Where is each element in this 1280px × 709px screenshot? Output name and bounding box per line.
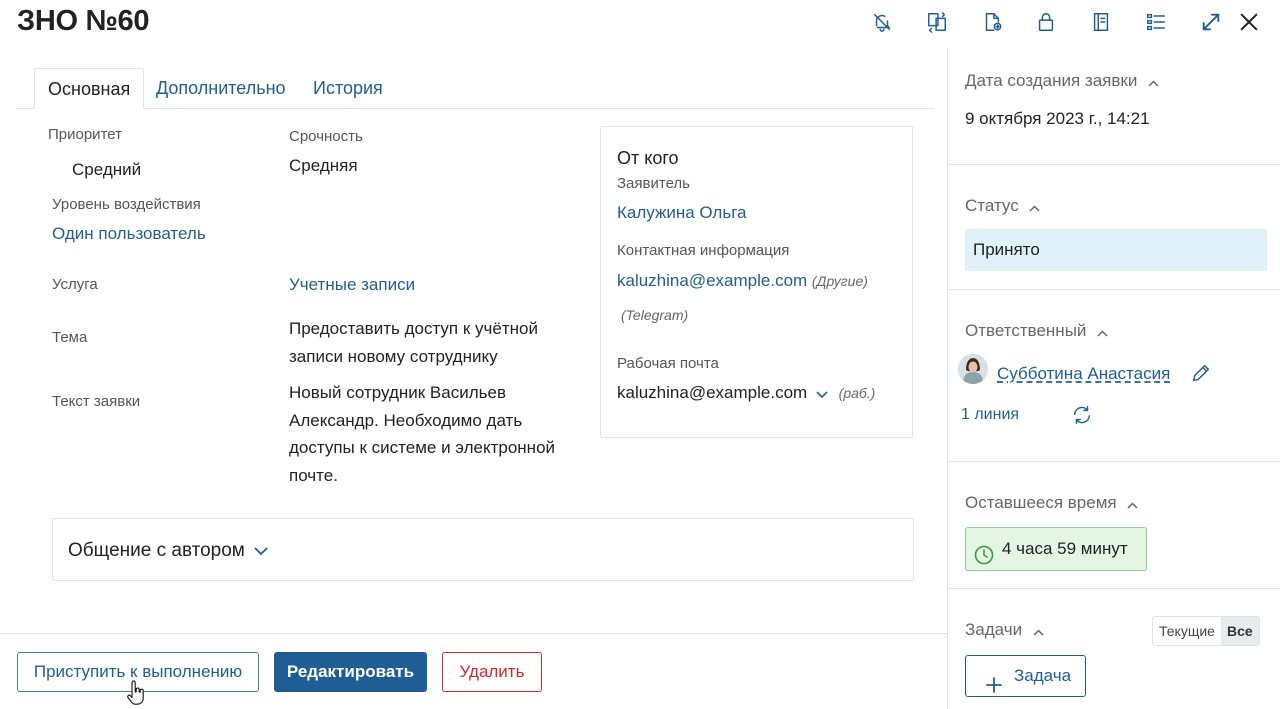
requester-label: Заявитель: [617, 175, 690, 192]
tasks-filter: Текущие Все: [1152, 616, 1260, 646]
support-line-link[interactable]: 1 линия: [961, 406, 1019, 424]
avatar: [958, 354, 988, 384]
communication-section[interactable]: Общение с автором: [52, 518, 914, 581]
lock-icon[interactable]: [1030, 8, 1062, 36]
impact-label: Уровень воздействия: [52, 196, 201, 213]
work-email-value: kaluzhina@example.com: [617, 383, 808, 402]
contact-email-link[interactable]: kaluzhina@example.com: [617, 271, 807, 290]
from-card-title: От кого: [617, 148, 679, 168]
tab-main[interactable]: Основная: [34, 68, 145, 109]
chevron-down-icon: [254, 540, 268, 562]
section-divider: [948, 289, 1280, 290]
tasks-filter-all[interactable]: Все: [1220, 617, 1259, 645]
topic-value: Предоставить доступ к учётной записи нов…: [289, 319, 538, 366]
chevron-up-icon: [1148, 72, 1159, 92]
status-badge: Принято: [965, 229, 1267, 271]
priority-value: Средний: [72, 160, 142, 179]
edit-button[interactable]: Редактировать: [274, 652, 427, 692]
request-text-value: Новый сотрудник Васильев Александр. Необ…: [289, 383, 556, 485]
chevron-up-icon: [1033, 621, 1044, 641]
section-divider: [948, 164, 1280, 165]
work-email-row: kaluzhina@example.com (раб.): [617, 383, 875, 404]
chevron-up-icon: [1097, 322, 1108, 342]
chevron-up-icon: [1029, 197, 1041, 217]
priority-label: Приоритет: [48, 126, 122, 143]
pencil-icon[interactable]: [1190, 362, 1212, 384]
hand-cursor-icon: [127, 680, 144, 705]
expand-icon[interactable]: [1195, 8, 1227, 36]
status-header[interactable]: Статус: [965, 196, 1041, 217]
requester-link[interactable]: Калужина Ольга: [617, 203, 747, 223]
topic-label: Тема: [52, 329, 88, 346]
tasks-header[interactable]: Задачи: [965, 620, 1044, 641]
remaining-time-header[interactable]: Оставшееся время: [965, 493, 1138, 514]
right-panel: Дата создания заявки 9 октября 2023 г., …: [947, 48, 1280, 709]
contact-label: Контактная информация: [617, 242, 790, 259]
work-email-label: Рабочая почта: [617, 355, 719, 372]
section-divider: [948, 461, 1280, 462]
responsible-name-link[interactable]: Субботина Анастасия: [997, 364, 1170, 384]
book-icon[interactable]: [1085, 8, 1117, 36]
refresh-icon[interactable]: [1071, 404, 1093, 426]
document-icon[interactable]: [976, 8, 1008, 36]
urgency-label: Срочность: [289, 128, 363, 145]
contact-row: kaluzhina@example.com (Другие): [617, 271, 868, 291]
list-settings-icon[interactable]: [1140, 8, 1172, 36]
tab-bar: Основная Дополнительно История: [16, 68, 934, 109]
request-text-label: Текст заявки: [52, 393, 141, 410]
work-email-note: (раб.): [838, 385, 876, 401]
chevron-up-icon: [1127, 494, 1138, 514]
tab-additional[interactable]: Дополнительно: [143, 68, 299, 109]
service-label: Услуга: [52, 276, 98, 293]
created-date-header[interactable]: Дата создания заявки: [965, 71, 1159, 92]
clock-icon: [974, 539, 994, 565]
created-date-value: 9 октября 2023 г., 14:21: [965, 109, 1150, 128]
contact-telegram-note: (Telegram): [621, 307, 689, 323]
close-icon[interactable]: [1233, 8, 1265, 36]
responsible-header[interactable]: Ответственный: [965, 321, 1108, 342]
section-divider: [948, 588, 1280, 589]
bell-off-icon[interactable]: [866, 8, 898, 36]
plus-icon: [986, 668, 1002, 693]
service-value-link[interactable]: Учетные записи: [289, 275, 415, 295]
footer-divider: [0, 633, 947, 634]
delete-button[interactable]: Удалить: [442, 652, 542, 692]
remaining-time-badge: 4 часа 59 минут: [965, 527, 1147, 571]
transfer-icon[interactable]: [921, 8, 953, 36]
communication-title: Общение с автором: [68, 540, 268, 562]
impact-value-link[interactable]: Один пользователь: [52, 224, 206, 244]
add-task-button[interactable]: Задача: [965, 655, 1086, 697]
page-title: ЗНО №60: [17, 5, 150, 37]
chevron-down-icon[interactable]: [816, 384, 828, 404]
tasks-filter-current[interactable]: Текущие: [1153, 617, 1221, 645]
tab-history[interactable]: История: [300, 68, 396, 109]
contact-email-note: (Другие): [811, 273, 868, 289]
from-card: От кого Заявитель Калужина Ольга Контакт…: [600, 126, 913, 438]
urgency-value: Средняя: [289, 156, 358, 175]
